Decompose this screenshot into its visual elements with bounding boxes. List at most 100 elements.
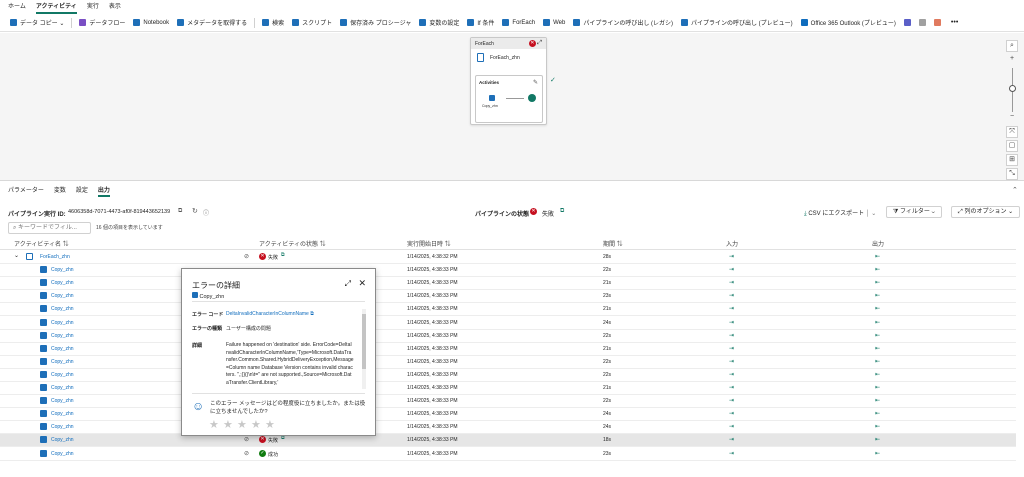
output-icon[interactable]: ⇤ xyxy=(875,436,880,443)
grid-icon[interactable] xyxy=(918,19,926,26)
output-icon[interactable]: ⇤ xyxy=(875,358,880,365)
toolbar-if-button[interactable]: If 条件 xyxy=(463,15,498,31)
fit-icon[interactable]: ⤧ xyxy=(1006,126,1018,138)
toolbar-web-button[interactable]: Web xyxy=(539,15,569,31)
close-icon[interactable]: ✕ xyxy=(358,278,366,289)
input-icon[interactable]: ⇥ xyxy=(729,450,734,457)
toolbar-procedure-button[interactable]: 保存済み プロシージャ xyxy=(336,15,415,31)
table-row[interactable]: Copy_zhn 1/14/2025, 4:38:33 PM 21s ⇥ ⇤ xyxy=(0,277,1016,291)
input-icon[interactable]: ⇥ xyxy=(729,319,734,326)
table-row[interactable]: Copy_zhn 1/14/2025, 4:38:33 PM 22s ⇥ ⇤ xyxy=(0,369,1016,382)
activity-name-link[interactable]: Copy_zhn xyxy=(51,411,74,417)
table-row[interactable]: ⌄ ForEach_zhn ⊘ ✕ 失敗 ⧉ 1/14/2025, 4:38:32 PM 28… xyxy=(0,251,1016,264)
table-row[interactable]: Copy_zhn 1/14/2025, 4:38:33 PM 21s ⇥ ⇤ xyxy=(0,382,1016,395)
activity-name-link[interactable]: Copy_zhn xyxy=(51,424,74,430)
more-options-button[interactable]: ••• xyxy=(951,19,958,26)
output-icon[interactable]: ⇤ xyxy=(875,450,880,457)
star-5-icon[interactable]: ★ xyxy=(265,418,275,431)
expand-chevron-icon[interactable]: ⌄ xyxy=(14,252,19,259)
toolbar-pipeline-button[interactable]: パイプラインの呼び出し (プレビュー) xyxy=(677,15,797,31)
status-detail-icon[interactable]: ⧉ xyxy=(560,208,564,215)
col-duration[interactable]: 期間 ⇅ xyxy=(603,239,623,248)
table-row[interactable]: Copy_zhn 1/14/2025, 4:38:33 PM 24s ⇥ ⇤ xyxy=(0,421,1016,435)
output-icon[interactable]: ⇤ xyxy=(875,371,880,378)
error-details-icon[interactable]: ⧉ xyxy=(281,435,285,441)
edit-icon[interactable]: ✎ xyxy=(533,79,538,86)
tab-view[interactable]: 表示 xyxy=(109,0,121,14)
inner-activities-box[interactable]: Activities ✎ Copy_zhn xyxy=(475,75,543,123)
output-icon[interactable]: ⇤ xyxy=(875,410,880,417)
activity-name-link[interactable]: Copy_zhn xyxy=(51,267,74,273)
export-csv-button[interactable]: ⤓ CSV にエクスポート │ ⌄ xyxy=(804,208,876,218)
star-4-icon[interactable]: ★ xyxy=(251,418,261,431)
input-icon[interactable]: ⇥ xyxy=(729,253,734,260)
expand-icon[interactable]: ⤢ xyxy=(345,279,351,289)
tab-settings[interactable]: 設定 xyxy=(76,185,88,197)
toolbar-notebook-button[interactable]: Notebook xyxy=(129,15,173,31)
tab-output[interactable]: 出力 xyxy=(97,185,110,197)
output-icon[interactable]: ⇤ xyxy=(875,345,880,352)
activity-name-link[interactable]: Copy_zhn xyxy=(51,372,74,378)
table-row[interactable]: Copy_zhn 1/14/2025, 4:38:33 PM 21s ⇥ ⇤ xyxy=(0,343,1016,356)
filter-search-input[interactable]: ⌕ キーワードでフィル... xyxy=(8,222,91,234)
column-options-button[interactable]: ⤢ 列のオプション ⌄ xyxy=(951,206,1021,218)
rerun-icon[interactable]: ⊘ xyxy=(244,436,249,443)
star-2-icon[interactable]: ★ xyxy=(223,418,233,431)
input-icon[interactable]: ⇥ xyxy=(729,397,734,404)
star-3-icon[interactable]: ★ xyxy=(237,418,247,431)
refresh-icon[interactable]: ↻ xyxy=(192,207,198,215)
zoom-slider[interactable] xyxy=(1009,68,1016,112)
rerun-icon[interactable]: ⊘ xyxy=(244,253,249,260)
error-details-icon[interactable]: ⧉ xyxy=(281,252,285,258)
activity-name-link[interactable]: Copy_zhn xyxy=(51,359,74,365)
table-row[interactable]: Copy_zhn 1/14/2025, 4:38:33 PM 24s ⇥ ⇤ xyxy=(0,317,1016,330)
col-activity-status[interactable]: アクティビティの状態 ⇅ xyxy=(259,239,326,248)
search-canvas-icon[interactable]: ⌕ xyxy=(1006,40,1018,52)
activity-name-link[interactable]: Copy_zhn xyxy=(51,320,74,326)
input-icon[interactable]: ⇥ xyxy=(729,332,734,339)
toolbar-dataflow-button[interactable]: データフロー xyxy=(75,15,129,31)
input-icon[interactable]: ⇥ xyxy=(729,279,734,286)
toolbar-outlook-button[interactable]: Office 365 Outlook (プレビュー) xyxy=(797,15,900,31)
input-icon[interactable]: ⇥ xyxy=(729,345,734,352)
activity-name-link[interactable]: Copy_zhn xyxy=(51,293,74,299)
toolbar-script-button[interactable]: スクリプト xyxy=(288,15,336,31)
zoom-in-icon[interactable]: + xyxy=(1006,54,1018,66)
col-start-time[interactable]: 実行開始日時 ⇅ xyxy=(407,239,451,248)
table-row[interactable]: Copy_zhn 1/14/2025, 4:38:33 PM 23s ⇥ ⇤ xyxy=(0,290,1016,304)
activity-name-link[interactable]: Copy_zhn xyxy=(51,280,74,286)
table-row[interactable]: Copy_zhn 1/14/2025, 4:38:33 PM 22s ⇥ ⇤ xyxy=(0,264,1016,278)
panel-splitter[interactable] xyxy=(0,180,1024,183)
star-1-icon[interactable]: ★ xyxy=(209,418,219,431)
toolbar-copy-data-button[interactable]: データ コピー ⌄ xyxy=(6,15,68,31)
col-activity-name[interactable]: アクティビティ名 ⇅ xyxy=(14,239,69,248)
activity-name-link[interactable]: Copy_zhn xyxy=(51,385,74,391)
output-icon[interactable]: ⇤ xyxy=(875,279,880,286)
package-icon[interactable] xyxy=(933,19,941,26)
table-row[interactable]: Copy_zhn 1/14/2025, 4:38:33 PM 24s ⇥ ⇤ xyxy=(0,408,1016,422)
error-code-link[interactable]: DeltaInvalidCharacterInColumnName ⧉ xyxy=(226,311,314,317)
activity-name-link[interactable]: Copy_zhn xyxy=(51,398,74,404)
tab-variables[interactable]: 変数 xyxy=(54,185,66,197)
output-icon[interactable]: ⇤ xyxy=(875,332,880,339)
error-scrollbar[interactable] xyxy=(362,309,366,389)
output-icon[interactable]: ⇤ xyxy=(875,397,880,404)
output-icon[interactable]: ⇤ xyxy=(875,266,880,273)
table-row[interactable]: Copy_zhn 1/14/2025, 4:38:33 PM 22s ⇥ ⇤ xyxy=(0,330,1016,343)
activity-name-link[interactable]: Copy_zhn xyxy=(51,451,74,457)
output-icon[interactable]: ⇤ xyxy=(875,292,880,299)
toolbar-pipeline-button[interactable]: パイプラインの呼び出し (レガシ) xyxy=(569,15,677,31)
output-icon[interactable]: ⇤ xyxy=(875,253,880,260)
toolbar-search-button[interactable]: 検索 xyxy=(258,15,288,31)
rerun-icon[interactable]: ⊘ xyxy=(244,450,249,457)
copy-icon[interactable]: ⧉ xyxy=(178,208,182,215)
collapse-panel-icon[interactable]: ⌃ xyxy=(1012,186,1018,194)
tab-run[interactable]: 実行 xyxy=(87,0,99,14)
input-icon[interactable]: ⇥ xyxy=(729,410,734,417)
tab-home[interactable]: ホーム xyxy=(8,0,26,14)
table-row[interactable]: Copy_zhn 1/14/2025, 4:38:33 PM 21s ⇥ ⇤ xyxy=(0,303,1016,317)
output-icon[interactable]: ⇤ xyxy=(875,384,880,391)
table-row[interactable]: Copy_zhn 1/14/2025, 4:38:33 PM 22s ⇥ ⇤ xyxy=(0,356,1016,369)
output-icon[interactable]: ⇤ xyxy=(875,423,880,430)
input-icon[interactable]: ⇥ xyxy=(729,423,734,430)
